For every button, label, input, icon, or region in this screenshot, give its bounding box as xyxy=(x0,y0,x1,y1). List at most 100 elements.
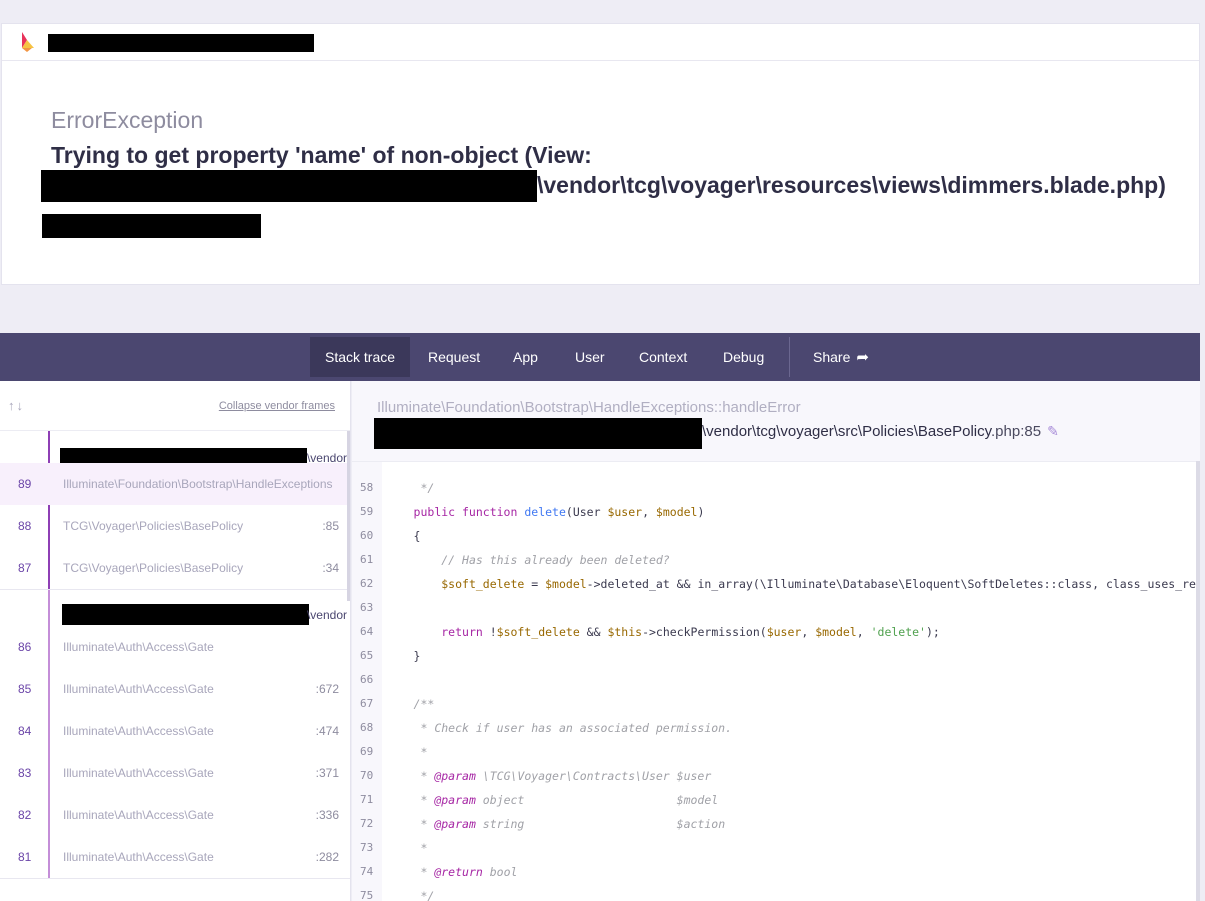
stack-frame[interactable]: 89 Illuminate\Foundation\Bootstrap\Handl… xyxy=(0,463,350,505)
code-line: 58 */ xyxy=(352,476,1197,500)
stack-frame[interactable]: 82 Illuminate\Auth\Access\Gate :336 xyxy=(0,794,350,836)
ignition-logo-icon xyxy=(22,32,34,52)
code-line: 61 // Has this already been deleted? xyxy=(352,548,1197,572)
code-line-source: /** xyxy=(413,697,435,711)
redacted-app-name xyxy=(48,34,314,52)
code-line: 71 * @param object $model xyxy=(352,788,1197,812)
frame-group-vendor-2: \vendor 86 Illuminate\Auth\Access\Gate 8… xyxy=(0,590,350,879)
code-line: 75 */ xyxy=(352,884,1197,901)
tab-share[interactable]: Share ➦ xyxy=(798,337,884,377)
frame-class: Illuminate\Auth\Access\Gate xyxy=(63,766,214,780)
share-label: Share xyxy=(813,349,851,365)
stack-frame[interactable]: 84 Illuminate\Auth\Access\Gate :474 xyxy=(0,710,350,752)
code-line: 60 { xyxy=(352,524,1197,548)
frame-number: 87 xyxy=(18,561,32,575)
code-line: 64 return !$soft_delete && $this->checkP… xyxy=(352,620,1197,644)
code-line: 67 /** xyxy=(352,692,1197,716)
stack-frame[interactable]: 83 Illuminate\Auth\Access\Gate :371 xyxy=(0,752,350,794)
code-line-source: { xyxy=(372,529,421,543)
frame-line: :34 xyxy=(322,561,339,575)
frame-class: Illuminate\Auth\Access\Gate xyxy=(63,724,214,738)
code-line: 66 xyxy=(352,668,1197,692)
redacted-file-path xyxy=(374,418,702,449)
frame-number: 82 xyxy=(18,808,32,822)
stack-frame[interactable]: 85 Illuminate\Auth\Access\Gate :672 xyxy=(0,668,350,710)
code-line: 74 * @return bool xyxy=(352,860,1197,884)
stack-frame[interactable]: 87 TCG\Voyager\Policies\BasePolicy :34 xyxy=(0,547,350,589)
frame-group-header[interactable]: \vendor xyxy=(0,590,350,626)
selected-frame-method: ::handleError xyxy=(713,399,801,416)
code-line-source: * xyxy=(420,841,428,855)
code-line-source: public function delete(User $user, $mode… xyxy=(413,505,705,519)
file-line: .php:85 xyxy=(991,423,1042,440)
exception-message: Trying to get property 'name' of non-obj… xyxy=(51,142,592,168)
stack-frames-pane: ↑↓ Collapse vendor frames \vendor 89 Ill… xyxy=(0,381,351,901)
frame-line: :282 xyxy=(315,850,339,864)
frame-number: 84 xyxy=(18,724,32,738)
code-line-source: $soft_delete = $model->deleted_at && in_… xyxy=(441,577,1197,591)
file-path: \vendor\tcg\voyager\src\Policies\BasePol… xyxy=(702,423,992,440)
frame-group-vendor-1: \vendor 89 Illuminate\Foundation\Bootstr… xyxy=(0,431,350,590)
code-pane: Illuminate\Foundation\Bootstrap\HandleEx… xyxy=(352,381,1200,901)
tab-debug[interactable]: Debug xyxy=(708,337,779,377)
tab-bar: Stack trace Request App User Context Deb… xyxy=(0,333,1200,381)
code-line-source: return !$soft_delete && $this->checkPerm… xyxy=(441,625,940,639)
exception-type: ErrorException xyxy=(51,107,204,133)
code-line-source: */ xyxy=(420,889,435,901)
tab-user[interactable]: User xyxy=(560,337,620,377)
code-line: 63 xyxy=(352,596,1197,620)
frame-nav-arrows-icon[interactable]: ↑↓ xyxy=(8,398,25,413)
frame-class: Illuminate\Auth\Access\Gate xyxy=(63,850,214,864)
edit-pencil-icon[interactable]: ✎ xyxy=(1047,423,1059,440)
frame-line: :672 xyxy=(315,682,339,696)
frames-toolbar: ↑↓ Collapse vendor frames xyxy=(0,381,350,431)
code-line-source: */ xyxy=(420,481,435,495)
brand-row xyxy=(2,24,1199,61)
frame-class: TCG\Voyager\Policies\BasePolicy xyxy=(63,519,244,533)
tab-request[interactable]: Request xyxy=(413,337,495,377)
code-line-source: * Check if user has an associated permis… xyxy=(420,721,733,735)
tab-divider xyxy=(789,337,790,377)
code-line-number: 66 xyxy=(360,673,374,686)
frame-class: Illuminate\Auth\Access\Gate xyxy=(63,682,214,696)
code-line: 73 * xyxy=(352,836,1197,860)
code-line: 68 * Check if user has an associated per… xyxy=(352,716,1197,740)
code-snippet: 58 */59 public function delete(User $use… xyxy=(352,461,1197,901)
exception-message-path: \vendor\tcg\voyager\resources\views\dimm… xyxy=(537,172,1166,198)
code-line-number: 63 xyxy=(360,601,374,614)
selected-frame-class-name: Illuminate\Foundation\Bootstrap\HandleEx… xyxy=(377,399,714,416)
share-arrow-icon: ➦ xyxy=(856,349,869,366)
stack-frame[interactable]: 88 TCG\Voyager\Policies\BasePolicy :85 xyxy=(0,505,350,547)
frame-line: :336 xyxy=(315,808,339,822)
frame-number: 83 xyxy=(18,766,32,780)
collapse-vendor-frames-link[interactable]: Collapse vendor frames xyxy=(219,400,335,412)
code-line: 59 public function delete(User $user, $m… xyxy=(352,500,1197,524)
code-line-source: * @param object $model xyxy=(420,793,719,807)
stack-frame[interactable]: 86 Illuminate\Auth\Access\Gate xyxy=(0,626,350,668)
code-line: 69 * xyxy=(352,740,1197,764)
tab-app[interactable]: App xyxy=(498,337,553,377)
tab-stack-trace[interactable]: Stack trace xyxy=(310,337,411,377)
tab-context[interactable]: Context xyxy=(624,337,702,377)
redacted-group-path xyxy=(62,604,309,625)
selected-frame-class: Illuminate\Foundation\Bootstrap\HandleEx… xyxy=(377,399,801,416)
frames-scrollbar[interactable] xyxy=(347,431,350,601)
redacted-path xyxy=(41,170,537,202)
frame-line: :371 xyxy=(315,766,339,780)
code-line: 70 * @param \TCG\Voyager\Contracts\User … xyxy=(352,764,1197,788)
code-line-source: } xyxy=(372,649,421,663)
code-line-source: * @param \TCG\Voyager\Contracts\User $us… xyxy=(420,769,712,783)
frame-number: 85 xyxy=(18,682,32,696)
stack-frame[interactable]: 81 Illuminate\Auth\Access\Gate :282 xyxy=(0,836,350,878)
error-header-card: ErrorException Trying to get property 'n… xyxy=(1,23,1200,285)
frame-line: :474 xyxy=(315,724,339,738)
frame-number: 81 xyxy=(18,850,32,864)
code-scrollbar[interactable] xyxy=(1196,461,1200,901)
frame-number: 88 xyxy=(18,519,32,533)
frame-number: 86 xyxy=(18,640,32,654)
frame-class: Illuminate\Auth\Access\Gate xyxy=(63,808,214,822)
code-line: 65 } xyxy=(352,644,1197,668)
frame-class: Illuminate\Foundation\Bootstrap\HandleEx… xyxy=(63,477,333,491)
code-line: 72 * @param string $action xyxy=(352,812,1197,836)
frame-group-header[interactable]: \vendor xyxy=(0,431,350,467)
